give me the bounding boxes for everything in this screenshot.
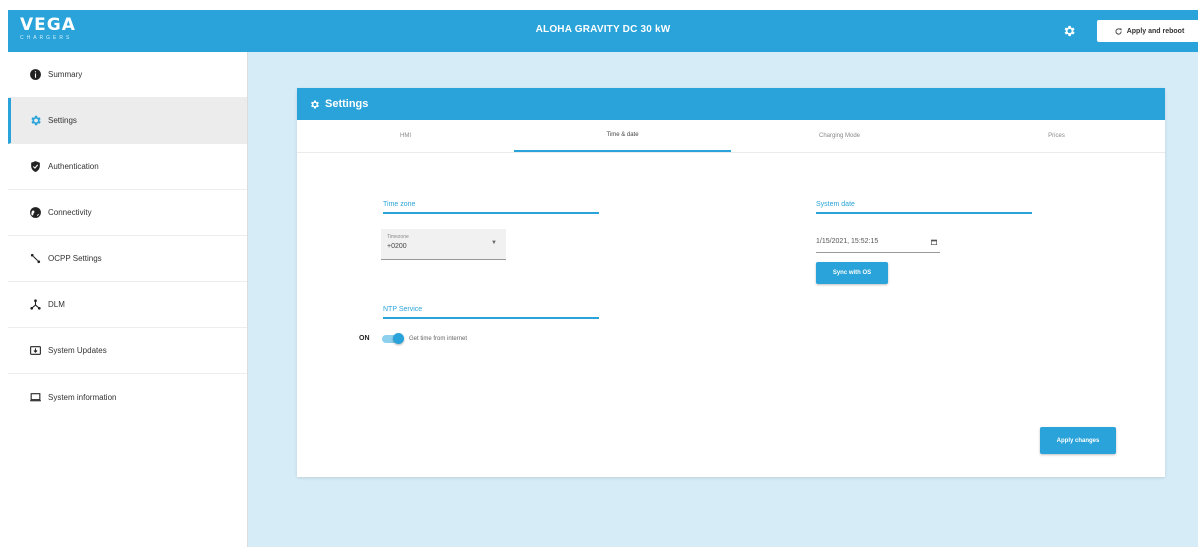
laptop-icon xyxy=(30,392,41,401)
chevron-down-icon: ▼ xyxy=(491,240,497,246)
shield-check-icon xyxy=(31,161,40,172)
tabs-divider xyxy=(297,152,1165,153)
timezone-caption: Timezone xyxy=(387,234,409,240)
apply-and-reboot-button[interactable]: Apply and reboot xyxy=(1097,20,1198,42)
toggle-thumb xyxy=(393,333,404,344)
sidebar-item-authentication[interactable]: Authentication xyxy=(8,144,247,190)
system-date-field[interactable]: 1/15/2021, 15:52:15 xyxy=(816,232,940,253)
top-bar: VEGA CHARGERS ALOHA GRAVITY DC 30 kW App… xyxy=(8,10,1198,52)
sidebar-item-connectivity[interactable]: Connectivity xyxy=(8,190,247,236)
logo-subtext: CHARGERS xyxy=(20,35,73,41)
sidebar-item-label: Connectivity xyxy=(48,208,92,217)
calendar-icon[interactable] xyxy=(930,238,938,246)
sidebar-item-label: System information xyxy=(48,392,117,402)
settings-card: Settings HMI Time & date Charging Mode P… xyxy=(297,88,1165,477)
time-zone-label: Time zone xyxy=(383,201,599,214)
sidebar-item-label: Settings xyxy=(48,116,77,125)
sidebar-item-label: DLM xyxy=(48,300,65,309)
gear-icon[interactable] xyxy=(1062,24,1076,38)
network-icon xyxy=(30,299,41,310)
device-title: ALOHA GRAVITY DC 30 kW xyxy=(535,24,671,35)
ntp-service-label: NTP Service xyxy=(383,306,599,319)
sidebar-item-system-information[interactable]: System information xyxy=(8,374,247,420)
sidebar-item-dlm[interactable]: DLM xyxy=(8,282,247,328)
system-date-value: 1/15/2021, 15:52:15 xyxy=(816,238,879,245)
ocpp-icon xyxy=(30,253,41,264)
page-title: Settings xyxy=(325,98,369,110)
main-content: Settings HMI Time & date Charging Mode P… xyxy=(248,52,1198,547)
tab-hmi[interactable]: HMI xyxy=(297,120,514,152)
sidebar-item-summary[interactable]: Summary xyxy=(8,52,247,98)
refresh-icon xyxy=(1115,27,1122,35)
system-date-label: System date xyxy=(816,201,1032,214)
apply-changes-button[interactable]: Apply changes xyxy=(1040,427,1116,454)
sync-with-os-button[interactable]: Sync with OS xyxy=(816,262,888,284)
sidebar-item-system-updates[interactable]: System Updates xyxy=(8,328,247,374)
apply-and-reboot-label: Apply and reboot xyxy=(1126,27,1185,35)
timezone-select[interactable]: Timezone +0200 ▼ xyxy=(381,229,506,260)
sidebar-item-settings[interactable]: Settings xyxy=(8,98,247,144)
sidebar: Summary Settings Authentication Connecti… xyxy=(8,52,248,547)
gear-icon xyxy=(31,115,41,126)
tab-charging-mode[interactable]: Charging Mode xyxy=(731,120,948,152)
sidebar-item-label: Authentication xyxy=(48,162,99,171)
ntp-state-label: ON xyxy=(359,335,370,342)
tab-prices[interactable]: Prices xyxy=(948,120,1165,152)
tab-time-date[interactable]: Time & date xyxy=(514,120,731,152)
timezone-value: +0200 xyxy=(387,243,407,250)
ntp-toggle[interactable] xyxy=(381,333,404,344)
ntp-toggle-text: Get time from internet xyxy=(409,336,468,342)
gear-icon xyxy=(311,100,319,108)
settings-card-header: Settings xyxy=(297,88,1165,120)
sidebar-item-ocpp-settings[interactable]: OCPP Settings xyxy=(8,236,247,282)
sidebar-item-label: System Updates xyxy=(48,346,107,355)
sidebar-item-label: OCPP Settings xyxy=(48,254,102,263)
info-icon xyxy=(30,69,41,80)
update-icon xyxy=(30,346,41,355)
globe-icon xyxy=(30,207,41,218)
sidebar-item-label: Summary xyxy=(48,70,83,79)
